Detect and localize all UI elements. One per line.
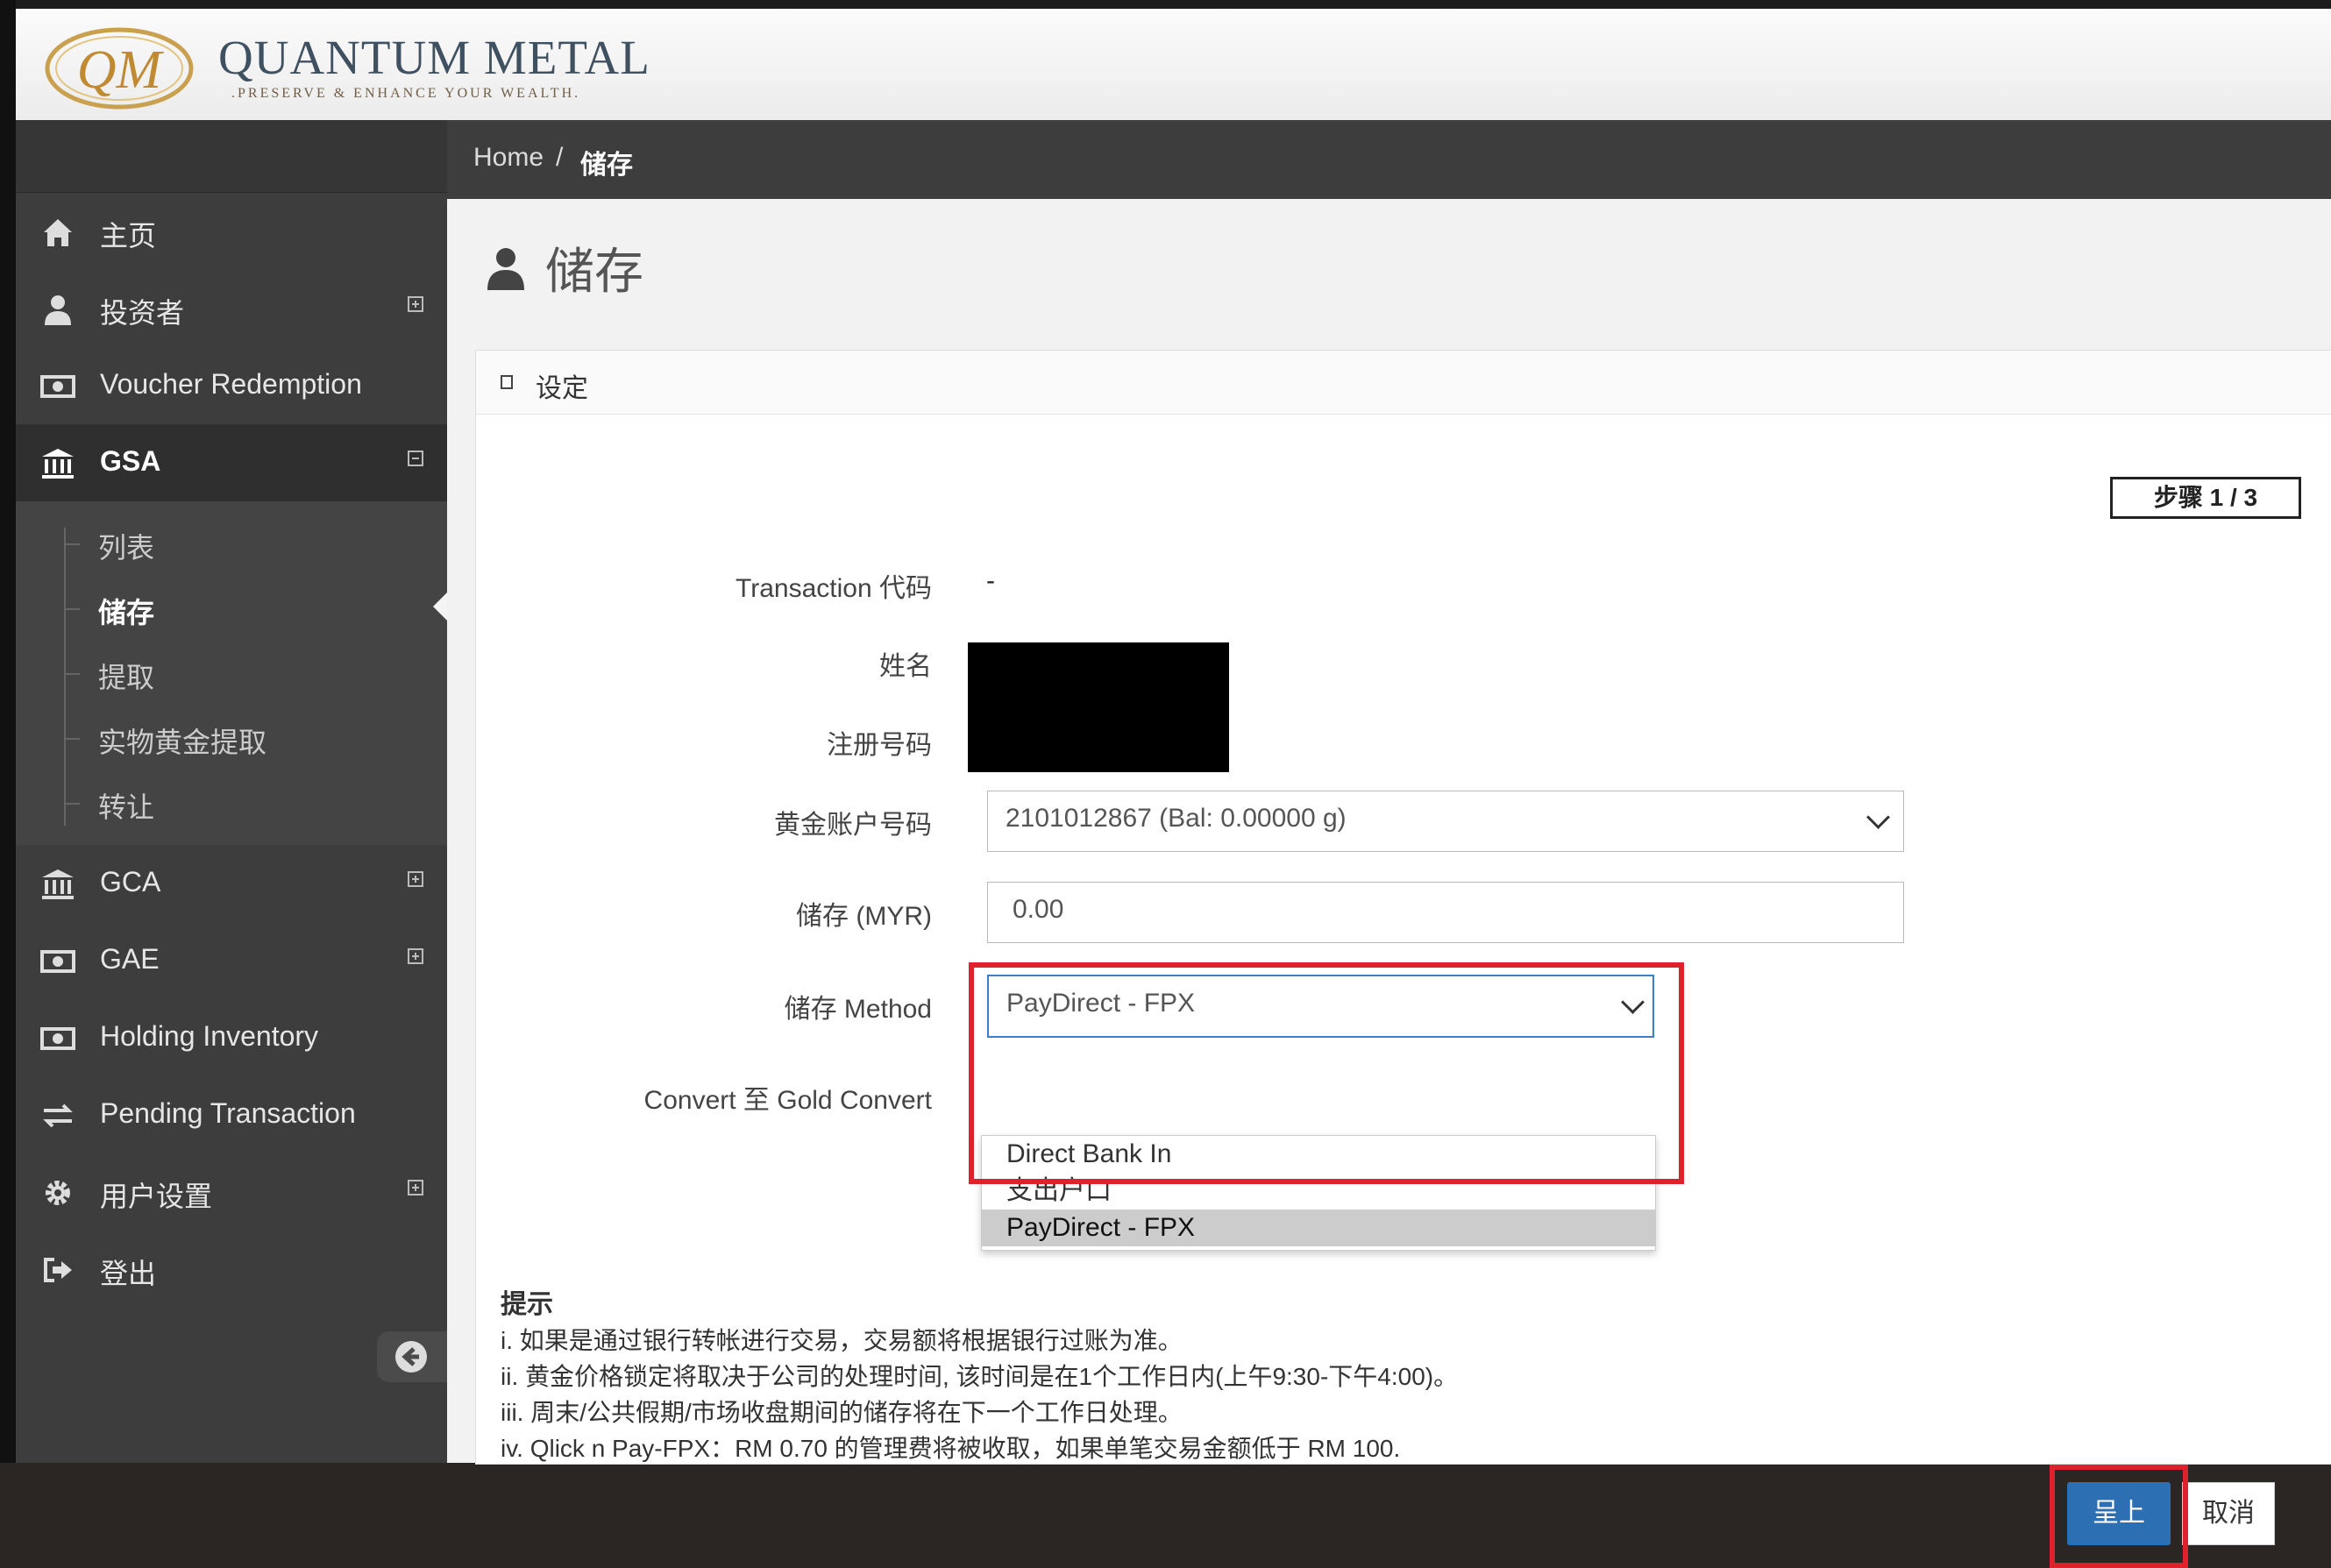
header: QM QUANTUM METAL .PRESERVE & ENHANCE YOU… [16, 9, 2331, 121]
transaction-code-value: - [986, 566, 995, 595]
home-icon [44, 219, 72, 246]
expand-icon[interactable] [408, 1180, 423, 1196]
name-label: 姓名 [879, 652, 932, 681]
sidebar-item-user-settings[interactable]: 用户设置 [16, 1153, 447, 1231]
svg-text:QM: QM [77, 40, 165, 100]
sidebar-item-gae[interactable]: GAE [16, 922, 447, 999]
money-icon [40, 950, 75, 973]
sidebar-subitem-list[interactable]: 列表 [16, 510, 447, 575]
sidebar-item-gca[interactable]: GCA [16, 845, 447, 922]
step-indicator: 步骤 1 / 3 [2110, 477, 2301, 519]
convert-label: Convert 至 Gold Convert [643, 1086, 932, 1115]
logo[interactable]: QM [44, 25, 195, 110]
sidebar-item-pending-transaction[interactable]: Pending Transaction [16, 1076, 447, 1153]
hint-line: ii. 黄金价格锁定将取决于公司的处理时间, 该时间是在1个工作日内(上午9:3… [501, 1363, 1459, 1390]
logout-icon [44, 1258, 72, 1282]
sidebar-item-gsa[interactable]: GSA [16, 424, 447, 501]
sidebar-item-label: 登出 [100, 1258, 157, 1289]
sidebar-item-label: GCA [100, 866, 161, 898]
breadcrumb-separator: / [556, 143, 564, 172]
highlight-box-submit [2050, 1465, 2188, 1568]
sidebar-item-label: Pending Transaction [100, 1097, 356, 1129]
highlight-box-method [969, 962, 1684, 1184]
hint-line: iii. 周末/公共假期/市场收盘期间的储存将在下一个工作日处理。 [501, 1399, 1183, 1426]
bank-icon [42, 449, 74, 479]
left-edge [0, 0, 16, 1463]
registration-number-label: 注册号码 [827, 731, 932, 760]
transaction-code-label: Transaction 代码 [736, 574, 932, 603]
sidebar-item-home[interactable]: 主页 [16, 193, 447, 270]
sidebar-item-voucher[interactable]: Voucher Redemption [16, 347, 447, 424]
sidebar-collapse-button[interactable] [377, 1331, 447, 1382]
app-window: QM QUANTUM METAL .PRESERVE & ENHANCE YOU… [0, 0, 2331, 1568]
gold-account-value: 2101012867 (Bal: 0.00000 g) [1006, 804, 1347, 833]
sidebar-item-label: 投资者 [100, 297, 185, 329]
collapse-icon[interactable] [408, 451, 423, 466]
breadcrumb-current: 储存 [580, 151, 633, 180]
gsa-submenu: 列表 储存 提取 实物黄金提取 转让 [16, 501, 447, 845]
cancel-button[interactable]: 取消 [2182, 1482, 2275, 1545]
money-icon [40, 1027, 75, 1050]
panel-title: 设定 [536, 374, 588, 403]
arrow-left-circle-icon [395, 1341, 427, 1373]
sidebar-item-logout[interactable]: 登出 [16, 1231, 447, 1308]
brand-name: QUANTUM METAL [218, 31, 650, 84]
bank-icon [42, 869, 74, 899]
gold-account-select[interactable]: 2101012867 (Bal: 0.00000 g) [987, 791, 1904, 852]
sidebar-item-label: 用户设置 [100, 1181, 213, 1212]
exchange-icon [43, 1103, 73, 1128]
sidebar-subitem-withdraw[interactable]: 提取 [16, 640, 447, 705]
sidebar: 主页 投资者 Voucher Redemption GSA 列表 储存 提取 实… [16, 120, 447, 1463]
page-title-text: 储存 [545, 244, 643, 299]
sidebar-item-label: Holding Inventory [100, 1020, 319, 1052]
sidebar-subitem-transfer[interactable]: 转让 [16, 770, 447, 834]
sidebar-subitem-deposit[interactable]: 储存 [16, 575, 447, 640]
redacted-personal-info [968, 642, 1229, 772]
user-icon [487, 248, 524, 290]
sidebar-subitem-physical-gold[interactable]: 实物黄金提取 [16, 705, 447, 770]
breadcrumb-home[interactable]: Home [473, 143, 544, 173]
sidebar-top [16, 120, 447, 193]
sidebar-item-label: GSA [100, 445, 161, 477]
hint-line: iv. Qlick n Pay-FPX：RM 0.70 的管理费将被收取，如果单… [501, 1435, 1401, 1462]
breadcrumb: Home / 储存 [447, 120, 2331, 199]
panel-header: 设定 [476, 351, 2331, 415]
active-caret [433, 592, 447, 621]
settings-panel: 设定 步骤 1 / 3 Transaction 代码 - 姓名 注册号码 黄金账… [475, 350, 2331, 1568]
deposit-method-label: 储存 Method [784, 995, 932, 1024]
sidebar-item-label: GAE [100, 943, 160, 975]
expand-icon[interactable] [408, 296, 423, 312]
gold-account-label: 黄金账户号码 [774, 811, 932, 840]
deposit-amount-input[interactable]: 0.00 [987, 882, 1904, 943]
sidebar-item-holding-inventory[interactable]: Holding Inventory [16, 999, 447, 1076]
chevron-down-icon [1866, 805, 1890, 829]
option-paydirect-fpx[interactable]: PayDirect - FPX [982, 1210, 1655, 1246]
hints-title: 提示 [501, 1290, 553, 1319]
sidebar-item-label: 主页 [100, 220, 157, 252]
main-content: Home / 储存 储存 设定 步骤 1 / 3 Transaction 代码 … [447, 120, 2331, 1568]
deposit-amount-label: 储存 (MYR) [796, 902, 932, 931]
money-icon [40, 375, 75, 398]
sidebar-item-investor[interactable]: 投资者 [16, 270, 447, 347]
brand-tagline: .PRESERVE & ENHANCE YOUR WEALTH. [231, 86, 581, 101]
hints-section: 提示 i. 如果是通过银行转帐进行交易，交易额将根据银行过账为准。 ii. 黄金… [501, 1287, 1458, 1466]
expand-icon[interactable] [408, 948, 423, 964]
panel-icon [501, 375, 513, 389]
deposit-amount-value: 0.00 [1013, 895, 1064, 924]
hint-line: i. 如果是通过银行转帐进行交易，交易额将根据银行过账为准。 [501, 1327, 1183, 1354]
expand-icon[interactable] [408, 871, 423, 887]
top-border [0, 0, 2331, 9]
gear-icon [46, 1181, 70, 1205]
user-icon [45, 295, 71, 325]
sidebar-item-label: Voucher Redemption [100, 368, 362, 400]
